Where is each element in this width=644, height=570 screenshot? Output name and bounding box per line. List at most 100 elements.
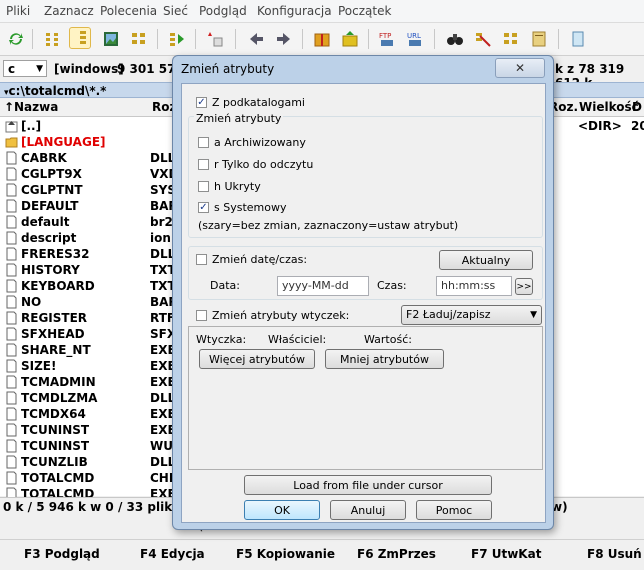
help-button[interactable]: Pomoc xyxy=(416,500,492,520)
folder-row[interactable]: [LANGUAGE] xyxy=(0,134,200,150)
file-row[interactable]: SFXHEAD SFX xyxy=(0,326,200,342)
menu-files[interactable]: Pliki xyxy=(6,4,30,18)
invert-selection-icon[interactable] xyxy=(165,27,189,51)
subdirectories-checkbox[interactable]: ✓ xyxy=(196,97,207,108)
file-row[interactable]: TCUNINST EXE xyxy=(0,422,200,438)
file-row[interactable]: CGLPT9X VXD xyxy=(0,166,200,182)
ftp-icon[interactable]: FTP xyxy=(376,27,400,51)
file-row[interactable]: CGLPTNT SYS xyxy=(0,182,200,198)
time-input[interactable]: hh:mm:ss xyxy=(436,276,512,296)
url-icon[interactable]: URL xyxy=(404,27,428,51)
column-size[interactable]: Wielkość xyxy=(579,100,639,114)
full-view-icon[interactable] xyxy=(69,27,91,49)
menu-commands[interactable]: Polecenia xyxy=(100,4,157,18)
sort-up-icon: ↑ xyxy=(4,100,15,114)
file-icon xyxy=(5,263,18,277)
menu-view[interactable]: Podgląd xyxy=(199,4,247,18)
load-from-file-button[interactable]: Load from file under cursor xyxy=(244,475,492,495)
cancel-button[interactable]: Anuluj xyxy=(330,500,406,520)
file-row[interactable]: CABRK DLL xyxy=(0,150,200,166)
file-row[interactable]: TCUNINST WUL xyxy=(0,438,200,454)
file-name: DEFAULT xyxy=(21,199,79,213)
fewer-attributes-button[interactable]: Mniej atrybutów xyxy=(325,349,444,369)
f6-move-button[interactable]: F6 ZmPrzes xyxy=(357,547,436,561)
file-name: TCUNZLIB xyxy=(21,455,88,469)
close-icon: ✕ xyxy=(514,61,526,75)
column-date[interactable]: D xyxy=(632,100,642,114)
multi-rename-icon[interactable] xyxy=(471,27,495,51)
hidden-checkbox[interactable] xyxy=(198,181,209,192)
date-input[interactable]: yyyy-MM-dd xyxy=(277,276,369,296)
toolbar: FTP URL xyxy=(0,23,644,56)
back-icon[interactable] xyxy=(244,27,268,51)
sync-dirs-icon[interactable] xyxy=(499,27,523,51)
f5-copy-button[interactable]: F5 Kopiowanie xyxy=(236,547,335,561)
file-row[interactable]: descript ion xyxy=(0,230,200,246)
file-row[interactable]: KEYBOARD TXT xyxy=(0,278,200,294)
column-name[interactable]: Nazwa xyxy=(14,100,58,114)
file-name: TOTALCMD xyxy=(21,471,95,485)
readonly-checkbox[interactable] xyxy=(198,159,209,170)
menu-start[interactable]: Początek xyxy=(338,4,391,18)
file-name: SFXHEAD xyxy=(21,327,85,341)
owner-column: Właściciel: xyxy=(268,333,327,346)
f7-mkdir-button[interactable]: F7 UtwKat xyxy=(471,547,541,561)
drive-select[interactable]: c ▼ xyxy=(3,60,47,77)
file-row[interactable]: default br2 xyxy=(0,214,200,230)
folder-icon xyxy=(5,135,18,149)
file-row[interactable]: TCMADMIN EXE xyxy=(0,374,200,390)
file-icon xyxy=(5,279,18,293)
f3-view-button[interactable]: F3 Podgląd xyxy=(24,547,100,561)
menu-config[interactable]: Konfiguracja xyxy=(257,4,332,18)
file-row[interactable]: TCMDLZMA DLL xyxy=(0,390,200,406)
file-row[interactable]: TOTALCMD CHM xyxy=(0,470,200,486)
file-row[interactable]: TCMDX64 EXE xyxy=(0,406,200,422)
file-name: CABRK xyxy=(21,151,67,165)
plugin-settings-select[interactable]: F2 Ładuj/zapisz ustawien ▼ xyxy=(401,305,542,339)
function-key-bar: F3 Podgląd F4 Edycja F5 Kopiowanie F6 Zm… xyxy=(0,539,644,570)
plugin-attributes-checkbox[interactable] xyxy=(196,310,207,321)
compare-icon[interactable] xyxy=(203,27,227,51)
plugin-panel xyxy=(188,326,543,470)
file-name: SHARE_NT xyxy=(21,343,91,357)
f4-edit-button[interactable]: F4 Edycja xyxy=(140,547,205,561)
more-attributes-button[interactable]: Więcej atrybutów xyxy=(199,349,315,369)
archive-checkbox[interactable] xyxy=(198,137,209,148)
file-row[interactable]: HISTORY TXT xyxy=(0,262,200,278)
file-icon xyxy=(5,455,18,469)
ok-button[interactable]: OK xyxy=(244,500,320,520)
binoculars-icon[interactable] xyxy=(443,27,467,51)
file-icon xyxy=(5,407,18,421)
current-time-button[interactable]: Aktualny xyxy=(439,250,533,270)
file-row[interactable]: SHARE_NT EXE xyxy=(0,342,200,358)
file-row[interactable]: DEFAULT BAR xyxy=(0,198,200,214)
file-row[interactable]: TCUNZLIB DLL xyxy=(0,454,200,470)
f8-delete-button[interactable]: F8 Usuń xyxy=(587,547,642,561)
notes-icon[interactable] xyxy=(527,27,551,51)
file-icon xyxy=(5,471,18,485)
pack-icon[interactable] xyxy=(310,27,334,51)
file-row[interactable]: REGISTER RTF xyxy=(0,310,200,326)
close-button[interactable]: ✕ xyxy=(495,58,545,78)
unpack-icon[interactable] xyxy=(338,27,362,51)
file-row[interactable]: SIZE! EXE xyxy=(0,358,200,374)
file-icon xyxy=(5,199,18,213)
file-name: REGISTER xyxy=(21,311,88,325)
forward-icon[interactable] xyxy=(272,27,296,51)
file-row[interactable]: NO BAR xyxy=(0,294,200,310)
menu-select[interactable]: Zaznacz xyxy=(44,4,94,18)
file-icon xyxy=(5,327,18,341)
time-more-button[interactable]: >> xyxy=(515,278,533,295)
file-icon xyxy=(5,359,18,373)
thumbnails-icon[interactable] xyxy=(99,27,123,51)
file-row[interactable]: FRERES32 DLL xyxy=(0,246,200,262)
notepad-icon[interactable] xyxy=(566,27,590,51)
system-checkbox[interactable]: ✓ xyxy=(198,202,209,213)
tree-view-icon[interactable] xyxy=(127,27,151,51)
change-date-label: Zmień datę/czas: xyxy=(212,253,308,266)
file-icon xyxy=(5,231,18,245)
menu-net[interactable]: Sieć xyxy=(163,4,188,18)
change-date-checkbox[interactable] xyxy=(196,254,207,265)
brief-view-icon[interactable] xyxy=(41,27,65,51)
refresh-icon[interactable] xyxy=(4,27,28,51)
